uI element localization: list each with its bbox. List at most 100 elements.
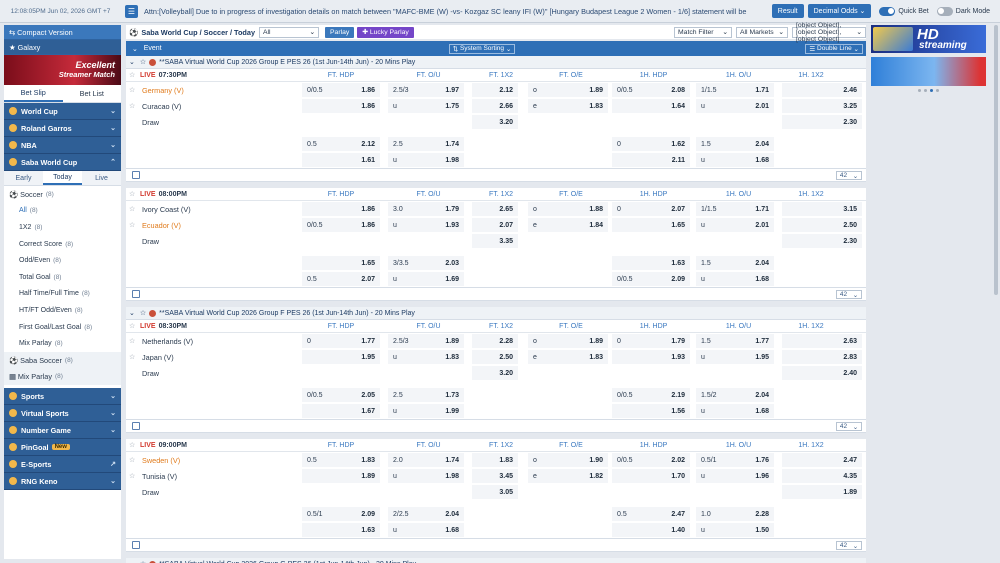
odds-cell[interactable]: 0 1.62 xyxy=(612,137,690,151)
odds-cell[interactable]: u 1.93 xyxy=(388,218,464,232)
odds-cell[interactable]: u 1.50 xyxy=(696,523,774,537)
favorite-star-icon[interactable]: ☆ xyxy=(129,472,135,480)
sidebar-cat-esports[interactable]: E-Sports ↗ xyxy=(4,456,121,474)
odds-cell[interactable]: 0.5 1.83 xyxy=(302,453,380,467)
sidebar-item-1x2[interactable]: 1X2 (8) xyxy=(4,219,121,236)
sidebar-item-odd-even[interactable]: Odd/Even (8) xyxy=(4,252,121,269)
more-markets-button[interactable]: 42 ⌄ xyxy=(836,422,862,431)
odds-cell[interactable]: 1.89 xyxy=(782,485,862,499)
quick-bet-switch[interactable] xyxy=(879,6,896,16)
favorite-star-icon[interactable]: ☆ xyxy=(140,309,146,317)
odds-cell[interactable]: 1/1.5 1.71 xyxy=(696,202,774,216)
leagues-select[interactable]: [object Object],[object Object],[object … xyxy=(792,22,866,43)
odds-type-select[interactable]: Decimal Odds ⌄ xyxy=(807,4,872,18)
odds-cell[interactable]: 2.83 xyxy=(782,350,862,364)
more-markets-button[interactable]: 42 ⌄ xyxy=(836,541,862,550)
odds-cell[interactable]: 3.35 xyxy=(472,234,518,248)
collapse-all-icon[interactable]: ⌄ xyxy=(132,45,138,53)
sidebar-cat-rng-keno[interactable]: RNG Keno ⌄ xyxy=(4,473,121,491)
odds-cell[interactable]: 3.45 xyxy=(472,469,518,483)
tab-bet-list[interactable]: Bet List xyxy=(63,85,122,102)
favorite-star-icon[interactable]: ☆ xyxy=(129,102,135,110)
odds-cell[interactable]: 1.40 xyxy=(612,523,690,537)
sidebar-item-ht-ft-odd-even[interactable]: HT/FT Odd/Even (8) xyxy=(4,302,121,319)
parlay-button[interactable]: Parlay xyxy=(325,26,355,38)
system-sorting-select[interactable]: ⇅ System Sorting ⌄ xyxy=(448,43,516,54)
odds-cell[interactable]: 1.86 xyxy=(302,99,380,113)
odds-cell[interactable]: 3.05 xyxy=(472,485,518,499)
sidebar-cat-sports[interactable]: Sports ⌄ xyxy=(4,388,121,406)
odds-cell[interactable]: 2.5 1.74 xyxy=(388,137,464,151)
odds-cell[interactable]: e 1.83 xyxy=(528,350,608,364)
odds-cell[interactable]: 4.35 xyxy=(782,469,862,483)
odds-cell[interactable]: 1.64 xyxy=(612,99,690,113)
league-header[interactable]: ⌄ ☆ **SABA Virtual World Cup 2026 Group F … xyxy=(126,307,866,320)
sidebar-item-correct-score[interactable]: Correct Score (8) xyxy=(4,236,121,253)
odds-cell[interactable]: 3.15 xyxy=(782,202,862,216)
odds-cell[interactable]: 1.89 xyxy=(302,469,380,483)
sidebar-item-mix-parlay[interactable]: ▦ Mix Parlay (8) xyxy=(4,368,121,386)
odds-cell[interactable]: 0 2.07 xyxy=(612,202,690,216)
collapse-chevron-icon[interactable]: ⌄ xyxy=(129,309,135,317)
odds-cell[interactable]: 1.5 1.77 xyxy=(696,334,774,348)
odds-cell[interactable]: o 1.89 xyxy=(528,334,608,348)
odds-cell[interactable]: u 1.69 xyxy=(388,272,464,286)
odds-cell[interactable]: 0/0.5 2.02 xyxy=(612,453,690,467)
quick-bet-toggle[interactable]: Quick Bet xyxy=(879,6,929,16)
favorite-star-icon[interactable]: ☆ xyxy=(129,190,135,198)
dark-mode-switch[interactable] xyxy=(936,6,953,16)
carousel-dot[interactable] xyxy=(924,89,927,92)
odds-cell[interactable]: 1.65 xyxy=(302,256,380,270)
odds-cell[interactable]: o 1.88 xyxy=(528,202,608,216)
carousel-dot-active[interactable] xyxy=(930,89,933,92)
odds-cell[interactable]: 2/2.5 2.04 xyxy=(388,507,464,521)
sidebar-cat-pingoal[interactable]: PinGoal New xyxy=(4,439,121,457)
odds-cell[interactable]: 3.20 xyxy=(472,366,518,380)
odds-cell[interactable]: 2.5 1.73 xyxy=(388,388,464,402)
sidebar-item-saba-soccer[interactable]: ⚽ Saba Soccer (8) xyxy=(4,351,121,369)
lucky-parlay-button[interactable]: ✚ Lucky Parlay xyxy=(357,26,414,38)
match-filter-select[interactable]: Match Filter ⌄ xyxy=(674,26,732,38)
odds-cell[interactable]: u 1.99 xyxy=(388,404,464,418)
odds-cell[interactable]: e 1.84 xyxy=(528,218,608,232)
odds-cell[interactable]: u 1.83 xyxy=(388,350,464,364)
odds-cell[interactable]: u 1.68 xyxy=(696,404,774,418)
sidebar-item-first-last-goal[interactable]: First Goal/Last Goal (8) xyxy=(4,319,121,336)
more-markets-button[interactable]: 42 ⌄ xyxy=(836,290,862,299)
announcement-marquee[interactable]: Attn:[Volleyball] Due to in progress of … xyxy=(138,7,768,16)
favorite-star-icon[interactable]: ☆ xyxy=(129,322,135,330)
odds-cell[interactable]: 0/0.5 1.86 xyxy=(302,83,380,97)
odds-cell[interactable]: 0/0.5 1.86 xyxy=(302,218,380,232)
odds-cell[interactable]: 0.5 2.12 xyxy=(302,137,380,151)
odds-cell[interactable]: 2.5/3 1.89 xyxy=(388,334,464,348)
carousel-dot[interactable] xyxy=(918,89,921,92)
tab-live[interactable]: Live xyxy=(82,171,121,185)
sidebar-item-all[interactable]: All (8) xyxy=(4,203,121,220)
odds-cell[interactable]: 1.67 xyxy=(302,404,380,418)
odds-cell[interactable]: 0 1.77 xyxy=(302,334,380,348)
odds-cell[interactable]: 0.5 2.07 xyxy=(302,272,380,286)
odds-cell[interactable]: u 1.68 xyxy=(696,153,774,167)
odds-cell[interactable]: u 2.01 xyxy=(696,218,774,232)
odds-cell[interactable]: u 1.96 xyxy=(696,469,774,483)
odds-cell[interactable]: 0/0.5 2.05 xyxy=(302,388,380,402)
sidebar-cat-roland-garros[interactable]: Roland Garros ⌄ xyxy=(4,120,121,137)
odds-cell[interactable]: u 1.75 xyxy=(388,99,464,113)
odds-cell[interactable]: 2.40 xyxy=(782,366,862,380)
odds-cell[interactable]: 2.12 xyxy=(472,83,518,97)
odds-cell[interactable]: u 1.68 xyxy=(696,272,774,286)
tab-bet-slip[interactable]: Bet Slip xyxy=(4,85,63,102)
double-line-select[interactable]: ☰ Double Line ⌄ xyxy=(805,43,863,54)
sidebar-item-mix-parlay-sub[interactable]: Mix Parlay (8) xyxy=(4,335,121,352)
all-select[interactable]: All ⌄ xyxy=(259,26,320,38)
stats-icon[interactable] xyxy=(132,422,140,430)
odds-cell[interactable]: 0.5/1 1.76 xyxy=(696,453,774,467)
odds-cell[interactable]: u 1.68 xyxy=(388,523,464,537)
tab-early[interactable]: Early xyxy=(4,171,43,185)
odds-cell[interactable]: 1.86 xyxy=(302,202,380,216)
hd-streaming-banner[interactable]: HD streaming xyxy=(871,25,986,53)
odds-cell[interactable]: 3/3.5 2.03 xyxy=(388,256,464,270)
odds-cell[interactable]: 1.93 xyxy=(612,350,690,364)
odds-cell[interactable]: u 1.98 xyxy=(388,153,464,167)
odds-cell[interactable]: 1.56 xyxy=(612,404,690,418)
